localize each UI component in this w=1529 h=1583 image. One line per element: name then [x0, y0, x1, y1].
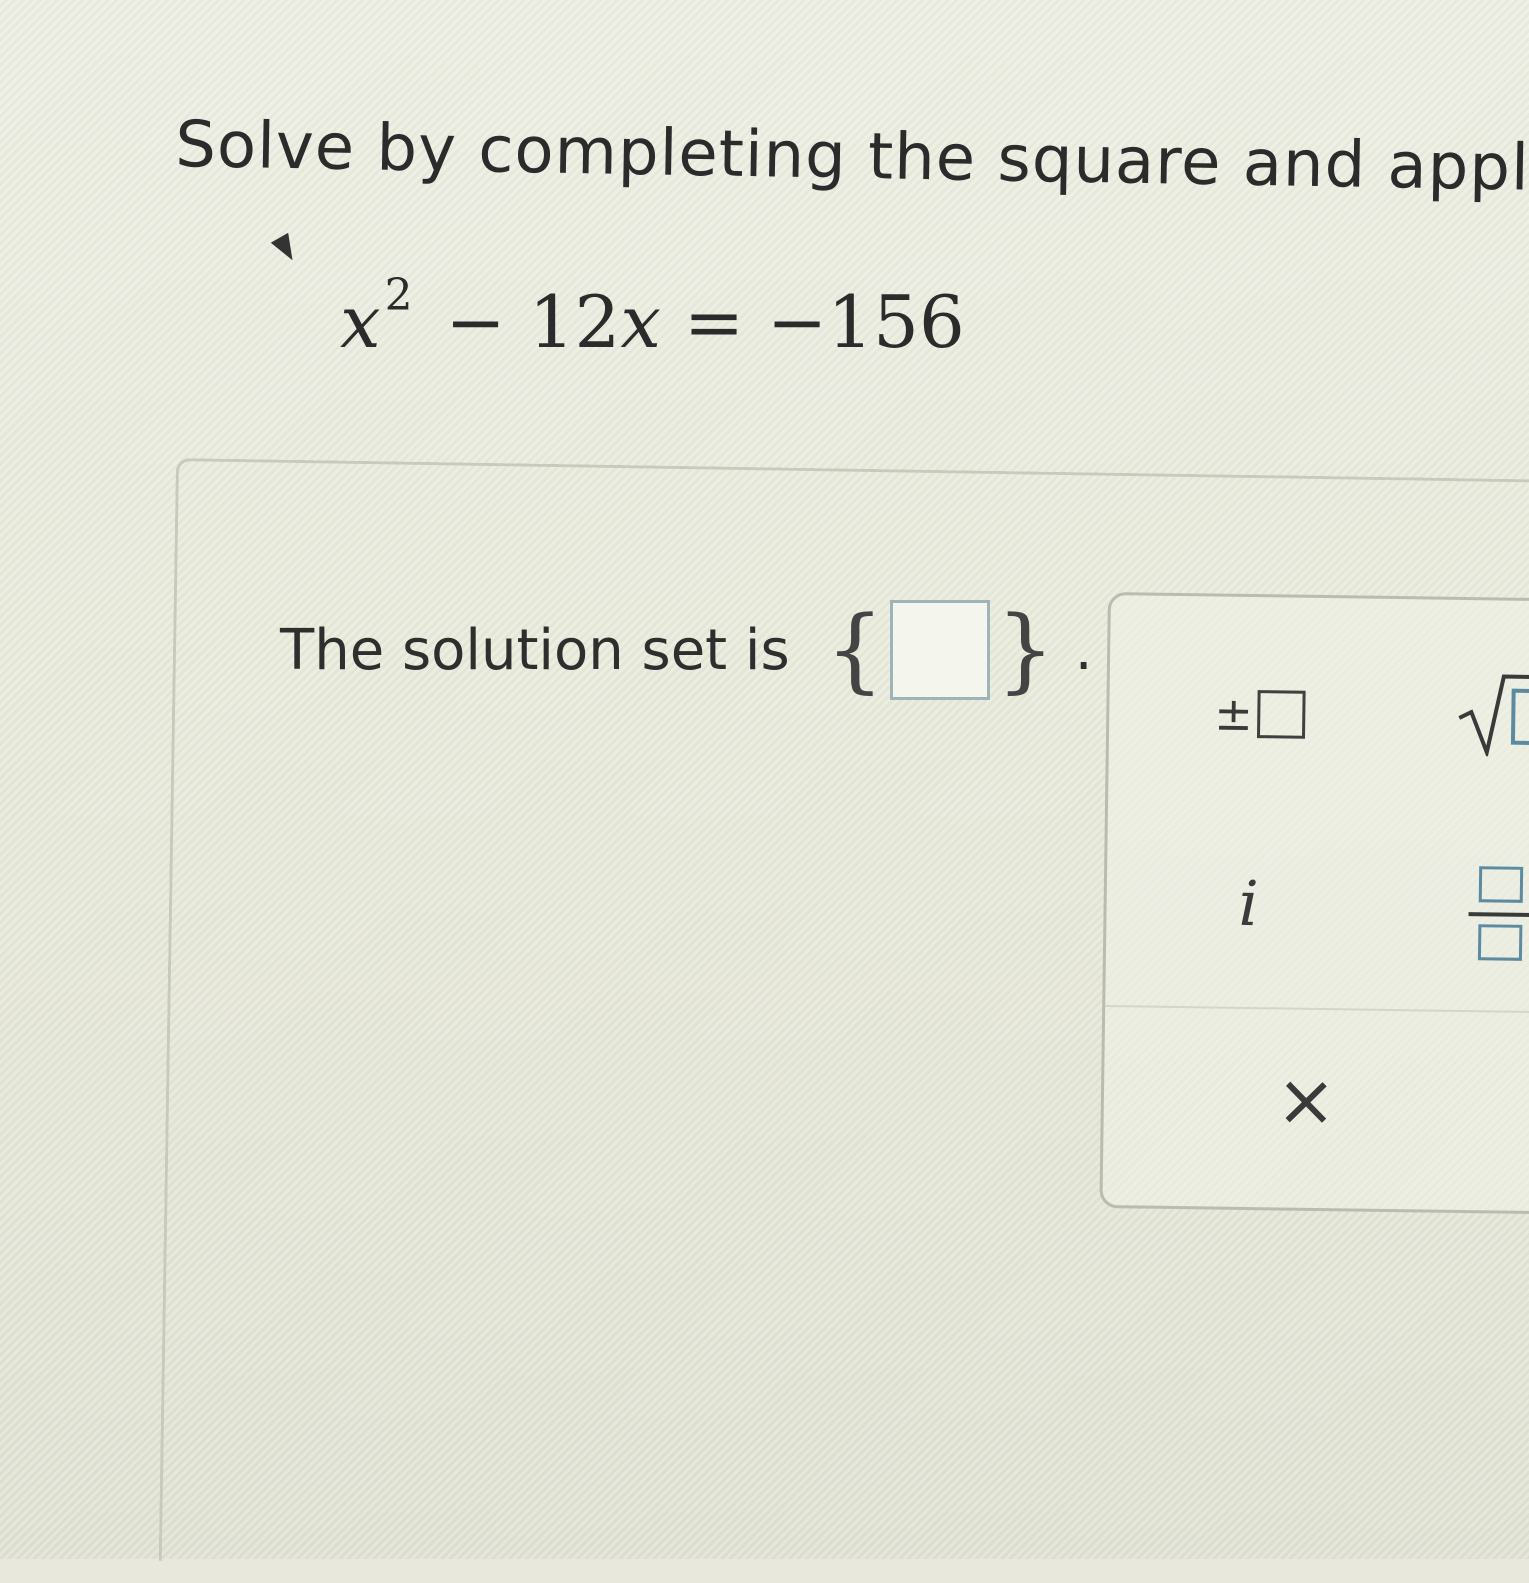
- denominator-box: [1477, 924, 1523, 961]
- solution-prefix: The solution set is: [280, 617, 790, 683]
- plus-minus-symbol: ±: [1213, 686, 1254, 742]
- fraction-icon[interactable]: [1468, 866, 1529, 967]
- equation-middle: − 12: [422, 280, 621, 364]
- equation-variable: x: [340, 280, 381, 364]
- palette-divider: [1105, 1005, 1529, 1014]
- open-brace: {: [825, 596, 885, 703]
- solution-row: The solution set is { } .: [280, 600, 1093, 700]
- numerator-box: [1478, 866, 1524, 903]
- close-brace: }: [996, 596, 1055, 703]
- fraction-bar: [1468, 912, 1529, 917]
- equation-middle-variable: x: [620, 280, 661, 364]
- equation: x2 − 12x = −156: [340, 270, 965, 364]
- close-icon[interactable]: ×: [1275, 1057, 1336, 1142]
- math-palette: ± i ×: [1099, 592, 1529, 1215]
- plus-minus-box-icon[interactable]: ±: [1213, 686, 1306, 742]
- imaginary-unit-icon[interactable]: i: [1238, 867, 1259, 940]
- equation-exponent: 2: [384, 270, 413, 321]
- equation-rhs: = −156: [660, 280, 965, 364]
- solution-period: .: [1074, 617, 1093, 683]
- solution-answer-input[interactable]: [890, 600, 991, 700]
- square-root-icon[interactable]: [1457, 666, 1529, 758]
- placeholder-box: [1256, 690, 1306, 739]
